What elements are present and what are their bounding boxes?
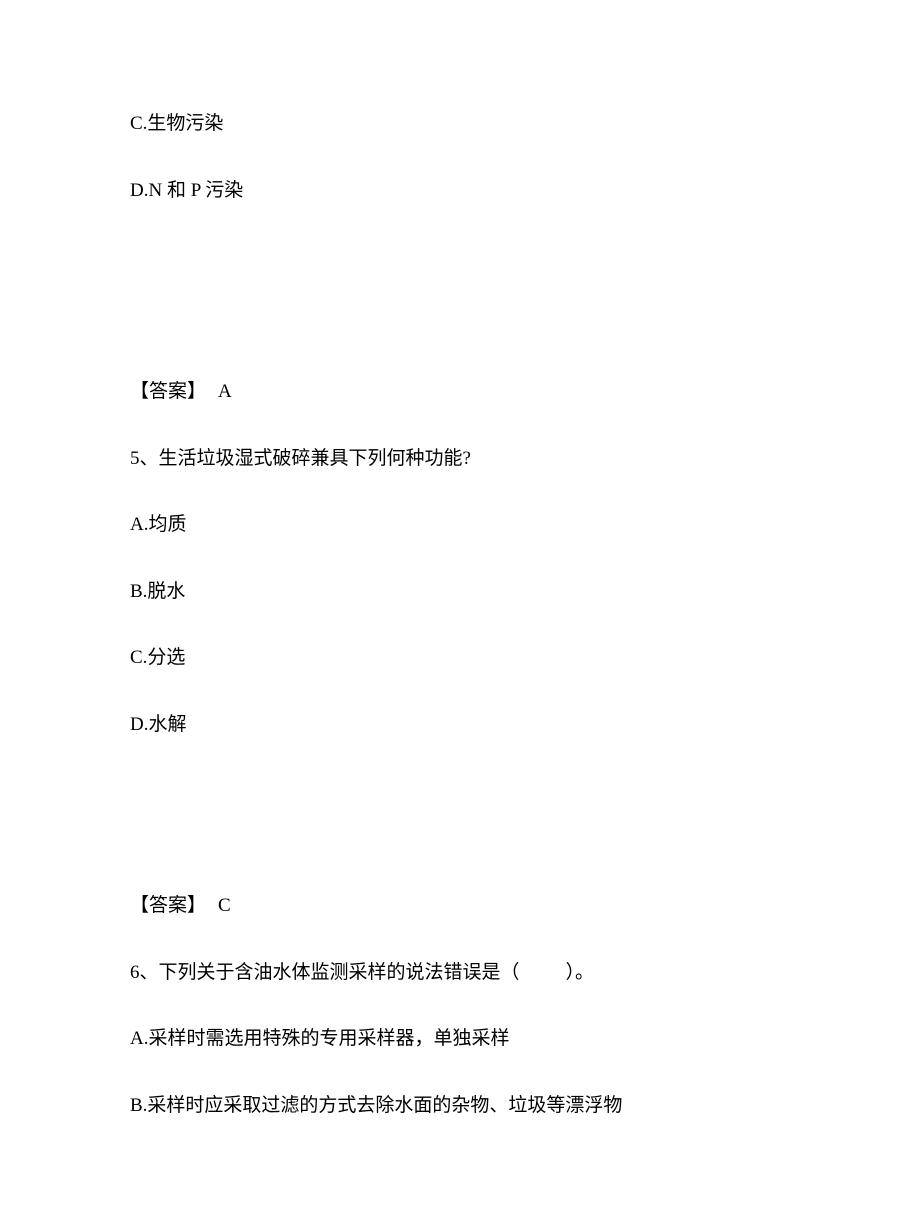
answer-letter: C bbox=[218, 895, 231, 916]
question-text: 生活垃圾湿式破碎兼具下列何种功能? bbox=[159, 448, 471, 469]
answer-label: 【答案】 bbox=[130, 895, 206, 916]
q5-option-c: C.分选 bbox=[130, 644, 790, 673]
question-text-prefix: 下列关于含油水体监测采样的说法错误是（ bbox=[159, 962, 520, 983]
answer-block-2: 【答案】 C bbox=[130, 892, 790, 921]
answer-label: 【答案】 bbox=[130, 381, 206, 402]
q5-option-a: A.均质 bbox=[130, 511, 790, 540]
answer-block-1: 【答案】 A bbox=[130, 378, 790, 407]
q6-option-b: B.采样时应采取过滤的方式去除水面的杂物、垃圾等漂浮物 bbox=[130, 1092, 790, 1121]
question-number: 5、 bbox=[130, 448, 159, 469]
document-page: C.生物污染 D.N 和 P 污染 【答案】 A 5、生活垃圾湿式破碎兼具下列何种… bbox=[0, 0, 920, 1218]
question-text-suffix: ）。 bbox=[566, 962, 595, 983]
question-number: 6、 bbox=[130, 962, 159, 983]
q5-option-d: D.水解 bbox=[130, 711, 790, 740]
question-5: 5、生活垃圾湿式破碎兼具下列何种功能? bbox=[130, 445, 790, 474]
option-c-bio: C.生物污染 bbox=[130, 110, 790, 139]
option-d-np: D.N 和 P 污染 bbox=[130, 177, 790, 206]
question-6: 6、下列关于含油水体监测采样的说法错误是（ ）。 bbox=[130, 959, 790, 988]
q6-option-a: A.采样时需选用特殊的专用采样器，单独采样 bbox=[130, 1025, 790, 1054]
q5-option-b: B.脱水 bbox=[130, 578, 790, 607]
answer-letter: A bbox=[218, 381, 232, 402]
